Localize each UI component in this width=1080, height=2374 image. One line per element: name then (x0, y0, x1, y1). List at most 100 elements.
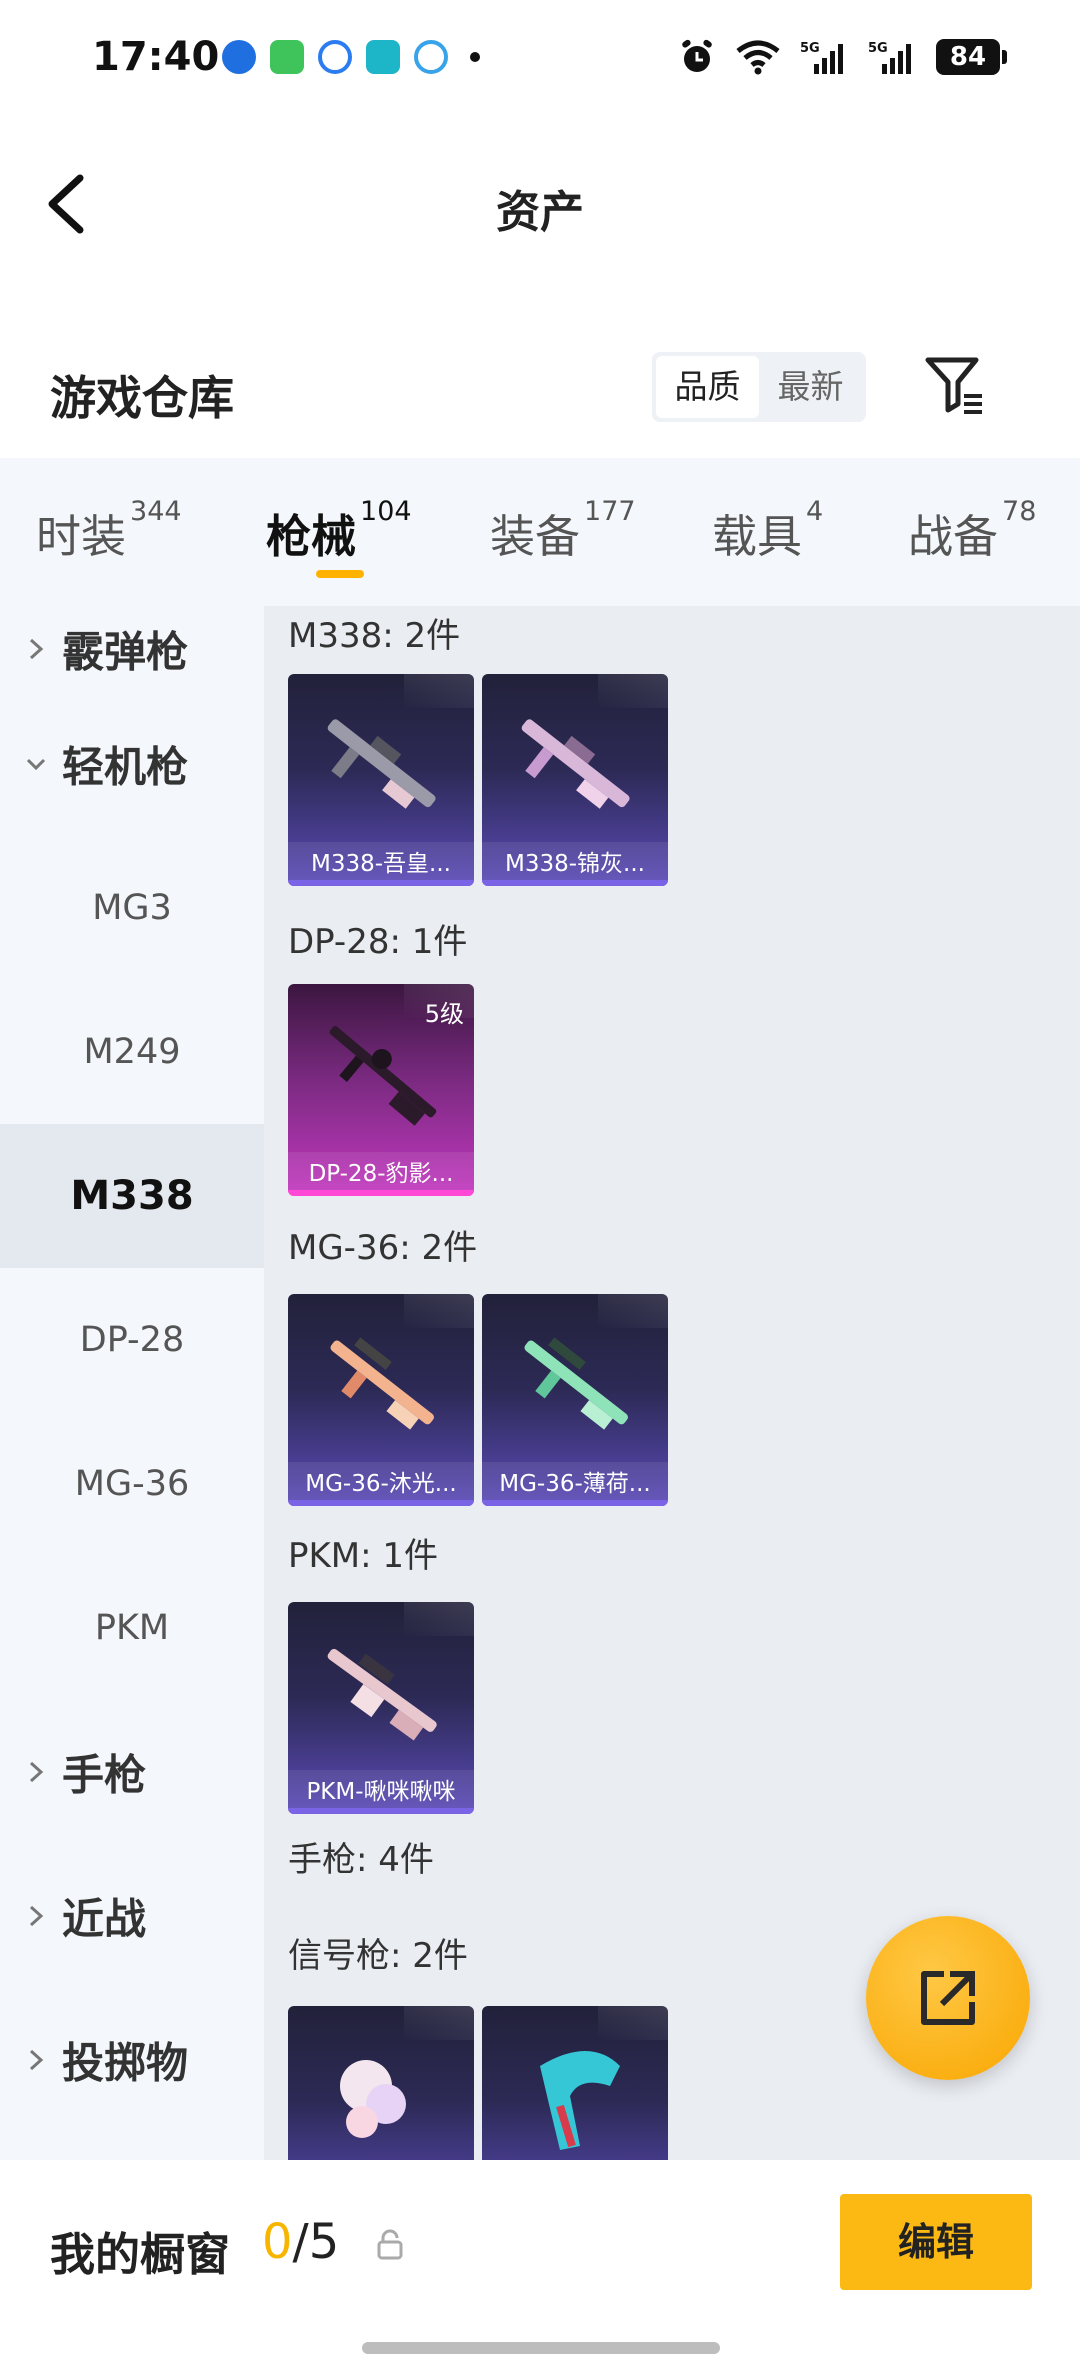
tab-firearms[interactable]: 枪械 104 (266, 496, 412, 565)
group-title-mg36: MG-36: 2件 (288, 1228, 478, 1268)
chevron-right-icon (29, 1905, 44, 1927)
sidebar-item-label: MG-36 (74, 1464, 190, 1504)
tab-count: 177 (584, 496, 636, 527)
showcase-count: 0/5 (262, 2214, 339, 2270)
weapon-type-sidebar: 霰弹枪 轻机枪 MG3 M249 M338 DP-28 MG-36 PKM 手枪… (0, 606, 264, 2160)
share-fab-button[interactable] (866, 1916, 1030, 2080)
sidebar-item-lmg[interactable]: 轻机枪 (0, 692, 264, 836)
assets-page: 17:40 5G 5G 84 资产 游戏仓库 品质 最新 时装 344 枪械 1… (0, 0, 1080, 2374)
active-tab-indicator (316, 570, 364, 578)
sidebar-item-label: MG3 (92, 888, 172, 928)
chevron-right-icon (29, 2049, 44, 2071)
tab-label: 装备 (490, 510, 581, 563)
rifle-icon (327, 1648, 437, 1741)
group-title-m338: M338: 2件 (288, 616, 461, 656)
sidebar-item-label: PKM (94, 1608, 170, 1648)
boss-app-icon (366, 40, 400, 74)
tab-count: 344 (130, 496, 182, 527)
signal-5g-icon-2: 5G (868, 41, 911, 74)
weapon-card[interactable]: PKM-啾咪啾咪 (288, 1602, 474, 1814)
weapon-card[interactable]: M338-锦灰... (482, 674, 668, 886)
tab-vehicles[interactable]: 载具 4 (712, 496, 823, 565)
filter-icon[interactable] (922, 352, 988, 418)
sidebar-item-shotgun[interactable]: 霰弹枪 (0, 606, 264, 692)
tab-equipment[interactable]: 装备 177 (490, 496, 636, 565)
sort-newest-button[interactable]: 最新 (759, 356, 862, 418)
rifle-icon (327, 719, 436, 809)
weapon-card[interactable]: MG-36-沐光... (288, 1294, 474, 1506)
tab-count: 104 (360, 496, 412, 527)
tab-count: 4 (806, 496, 824, 527)
chevron-right-icon (29, 638, 44, 660)
rarity-bar (482, 1500, 668, 1506)
tab-combat-gear[interactable]: 战备 78 (908, 496, 1036, 565)
flare-gun-icon (340, 2060, 406, 2138)
chevron-down-icon (26, 758, 46, 771)
sidebar-item-m338[interactable]: M338 (0, 1124, 264, 1268)
sidebar-item-m249[interactable]: M249 (0, 980, 264, 1124)
sidebar-item-mg36[interactable]: MG-36 (0, 1412, 264, 1556)
sidebar-item-label: M338 (70, 1173, 194, 1219)
status-bar: 17:40 5G 5G 84 (0, 0, 1080, 120)
group-title-flare-gun: 信号枪: 2件 (288, 1936, 468, 1976)
sidebar-item-pkm[interactable]: PKM (0, 1556, 264, 1700)
sidebar-item-pistol[interactable]: 手枪 (0, 1700, 264, 1844)
svg-text:5G: 5G (800, 41, 820, 56)
message-app-icon (270, 40, 304, 74)
rifle-icon (524, 1337, 628, 1430)
signal-5g-icon-1: 5G (800, 41, 843, 74)
sidebar-item-label: M249 (83, 1032, 181, 1072)
weapon-card[interactable]: MG-36-薄荷... (482, 1294, 668, 1506)
system-status: 5G 5G 84 (678, 38, 1007, 76)
group-title-dp28: DP-28: 1件 (288, 922, 468, 962)
weapon-card[interactable] (288, 2006, 474, 2160)
sort-quality-button[interactable]: 品质 (656, 356, 759, 418)
warehouse-title: 游戏仓库 (50, 371, 234, 425)
more-notifications-icon (470, 52, 480, 62)
sidebar-item-label: 霰弹枪 (62, 627, 189, 677)
weapon-card[interactable] (482, 2006, 668, 2160)
rifle-icon (521, 719, 630, 809)
sidebar-item-label: 投掷物 (62, 2038, 189, 2088)
tab-label: 载具 (712, 510, 803, 563)
sidebar-item-mg3[interactable]: MG3 (0, 836, 264, 980)
sidebar-item-label: 近战 (62, 1894, 147, 1944)
rarity-bar (288, 1190, 474, 1196)
cloud-app-icon (318, 40, 352, 74)
weapon-card[interactable]: M338-吾皇... (288, 674, 474, 886)
rarity-bar (288, 1808, 474, 1814)
tab-fashion[interactable]: 时装 344 (36, 496, 182, 565)
showcase-label: 我的橱窗 (50, 2228, 231, 2281)
tab-label: 枪械 (266, 510, 357, 563)
alarm-icon (682, 39, 712, 72)
tab-count: 78 (1002, 496, 1037, 527)
flare-gun-icon (540, 2051, 620, 2150)
group-title-pkm: PKM: 1件 (288, 1536, 439, 1576)
weapon-card[interactable]: 5级 DP-28-豹影... (288, 984, 474, 1196)
showcase-total: /5 (292, 2214, 340, 2270)
rarity-bar (482, 880, 668, 886)
battery-indicator: 84 (936, 39, 1007, 75)
page-header: 资产 (0, 150, 1080, 260)
chevron-right-icon (29, 1761, 44, 1783)
sidebar-item-melee[interactable]: 近战 (0, 1844, 264, 1988)
status-time: 17:40 (92, 34, 220, 80)
sort-toggle: 品质 最新 (652, 352, 866, 422)
sidebar-item-throwables[interactable]: 投掷物 (0, 1988, 264, 2132)
group-title-pistol: 手枪: 4件 (288, 1840, 434, 1880)
showcase-bar: 我的橱窗 0/5 编辑 (0, 2160, 1080, 2374)
chat-app-icon (414, 40, 448, 74)
app-notification-icon (222, 40, 256, 74)
sidebar-item-dp28[interactable]: DP-28 (0, 1268, 264, 1412)
svg-text:5G: 5G (868, 41, 888, 56)
tab-label: 战备 (908, 510, 999, 563)
rarity-bar (288, 880, 474, 886)
rifle-icon (330, 1337, 434, 1430)
share-icon (921, 1971, 975, 2025)
notification-icons (222, 40, 480, 74)
sidebar-item-label: DP-28 (79, 1320, 185, 1360)
lock-icon (377, 2229, 403, 2260)
edit-button[interactable]: 编辑 (840, 2194, 1032, 2290)
home-indicator[interactable] (362, 2342, 720, 2354)
wifi-icon (736, 40, 780, 75)
